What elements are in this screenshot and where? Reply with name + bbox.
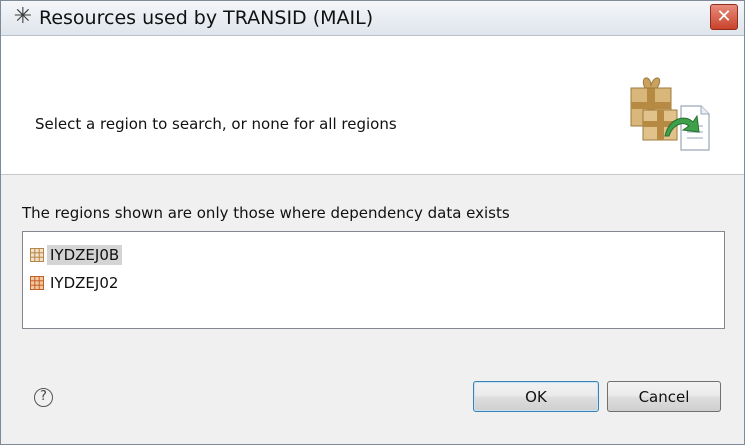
regions-info-label: The regions shown are only those where d… xyxy=(22,204,510,222)
resources-dialog: ✳ Resources used by TRANSID (MAIL) ✕ Sel… xyxy=(0,0,745,445)
help-icon[interactable]: ? xyxy=(34,388,53,407)
ok-button[interactable]: OK xyxy=(473,381,599,412)
close-button[interactable]: ✕ xyxy=(710,4,738,30)
window-title: Resources used by TRANSID (MAIL) xyxy=(39,7,374,29)
dialog-header: Select a region to search, or none for a… xyxy=(1,36,744,175)
list-item[interactable]: IYDZEJ02 xyxy=(30,272,121,293)
asterisk-icon: ✳ xyxy=(13,4,33,29)
packages-arrow-document-icon xyxy=(630,77,710,151)
region-label: IYDZEJ0B xyxy=(47,244,123,265)
header-message: Select a region to search, or none for a… xyxy=(35,115,397,133)
list-item[interactable]: IYDZEJ0B xyxy=(30,244,123,265)
region-grid-icon xyxy=(30,247,44,262)
region-grid-icon xyxy=(30,275,44,290)
region-list[interactable]: IYDZEJ0B IYDZEJ02 xyxy=(22,231,725,329)
cancel-button[interactable]: Cancel xyxy=(607,381,721,412)
region-label: IYDZEJ02 xyxy=(50,273,119,292)
title-bar[interactable]: ✳ Resources used by TRANSID (MAIL) ✕ xyxy=(1,1,744,36)
